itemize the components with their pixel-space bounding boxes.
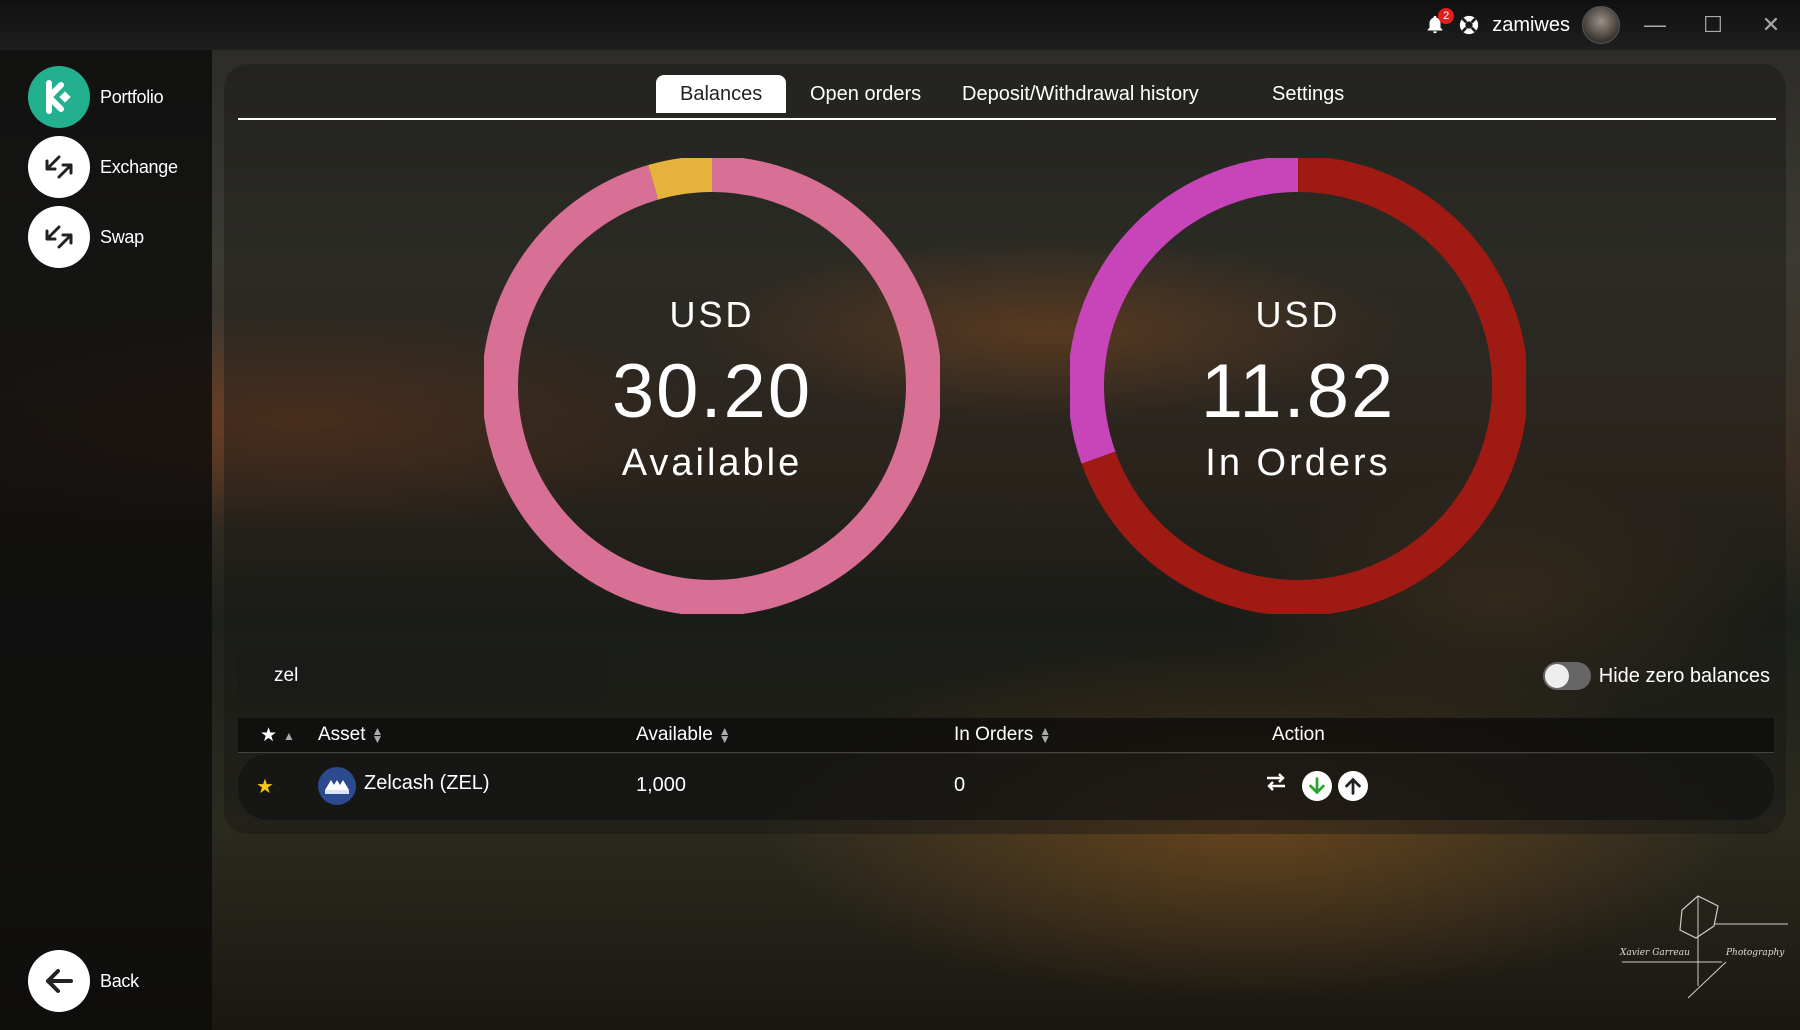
available-column-header[interactable]: Available ▲ ▼ [636, 724, 731, 746]
in-orders-donut-chart: USD 11.82 In Orders [1070, 158, 1526, 614]
support-lifebuoy-icon[interactable] [1458, 14, 1480, 36]
favorite-star-icon[interactable]: ★ [256, 774, 274, 799]
withdraw-button[interactable] [1338, 771, 1368, 801]
hide-zero-toggle[interactable] [1542, 662, 1591, 690]
search-input[interactable] [272, 664, 596, 688]
sort-icon: ▲ [283, 728, 295, 743]
tab-bar: Balances Open orders Deposit/Withdrawal … [238, 74, 1776, 120]
favorite-sort-header[interactable]: ★ ▲ [260, 724, 295, 747]
notification-badge: 2 [1438, 8, 1455, 24]
kucoin-logo-icon [28, 66, 90, 128]
photographer-watermark: Xavier Garreau Photography [1616, 890, 1790, 1000]
star-icon: ★ [260, 725, 278, 746]
table-header: ★ ▲ Asset ▲ ▼ Available ▲ ▼ In Orders ▲ ▼ A… [238, 718, 1774, 753]
asset-name: Zelcash (ZEL) [364, 772, 490, 794]
watermark-photography: Photography [1726, 948, 1785, 958]
available-label: Available [621, 442, 803, 484]
available-header-label: Available [636, 724, 713, 745]
avatar[interactable] [1582, 6, 1620, 44]
username[interactable]: zamiwes [1492, 14, 1570, 37]
watermark-author: Xavier Garreau [1620, 948, 1690, 958]
sidebar-item-label: Portfolio [100, 86, 164, 107]
sort-icon: ▲ ▼ [718, 724, 731, 746]
back-button[interactable]: Back [28, 950, 139, 1012]
watermark-logo-icon [1622, 895, 1788, 999]
maximize-button[interactable]: ☐ [1698, 10, 1728, 40]
hide-zero-label: Hide zero balances [1598, 664, 1770, 687]
user-area: 2 zamiwes [1424, 6, 1620, 44]
arrow-up-icon [1345, 777, 1361, 795]
action-header-label: Action [1272, 724, 1325, 745]
arrow-left-icon [28, 950, 90, 1012]
sort-icon: ▲ ▼ [371, 724, 384, 746]
arrow-down-icon [1309, 777, 1325, 795]
asset-header-label: Asset [318, 724, 366, 745]
action-column-header: Action [1272, 724, 1325, 746]
sidebar-item-exchange[interactable]: Exchange [28, 136, 178, 198]
back-label: Back [100, 970, 139, 991]
minimize-button[interactable]: — [1640, 10, 1670, 40]
tab-open-orders[interactable]: Open orders [786, 75, 945, 113]
close-button[interactable]: ✕ [1756, 10, 1786, 40]
hide-zero-balances: Hide zero balances [1542, 662, 1770, 690]
title-bar: 2 zamiwes — ☐ ✕ [0, 0, 1800, 50]
sidebar: Portfolio Exchange Swap Back [0, 50, 212, 1030]
in-orders-value: 11.82 [1200, 349, 1396, 434]
tab-balances[interactable]: Balances [656, 75, 787, 113]
balances-panel: Balances Open orders Deposit/Withdrawal … [224, 64, 1786, 834]
deposit-button[interactable] [1302, 771, 1332, 801]
in-orders-amount: 0 [954, 774, 966, 796]
tab-settings[interactable]: Settings [1248, 75, 1368, 113]
sidebar-item-label: Swap [100, 226, 144, 247]
toggle-knob [1544, 664, 1569, 688]
available-donut-chart: USD 30.20 Available [484, 158, 940, 614]
exchange-arrows-icon [28, 136, 90, 198]
sort-icon: ▲ ▼ [1039, 724, 1052, 746]
in-orders-label: In Orders [1205, 442, 1391, 484]
in-orders-header-label: In Orders [954, 724, 1034, 745]
sidebar-item-portfolio[interactable]: Portfolio [28, 66, 164, 128]
swap-arrows-icon [28, 206, 90, 268]
asset-column-header[interactable]: Asset ▲ ▼ [318, 724, 383, 746]
available-amount: 1,000 [636, 774, 687, 796]
in-orders-currency: USD [1255, 294, 1341, 335]
available-value: 30.20 [611, 349, 813, 434]
available-currency: USD [669, 294, 755, 335]
sidebar-item-swap[interactable]: Swap [28, 206, 144, 268]
asset-search [238, 648, 608, 704]
table-row: ★ Zelcash (ZEL) 1,000 0 [238, 754, 1774, 820]
tab-deposit-withdrawal-history[interactable]: Deposit/Withdrawal history [938, 75, 1223, 113]
zelcash-coin-icon [318, 767, 356, 805]
sidebar-item-label: Exchange [100, 156, 178, 177]
in-orders-column-header[interactable]: In Orders ▲ ▼ [954, 724, 1051, 746]
trade-arrows-icon[interactable] [1264, 770, 1288, 800]
notification-bell[interactable]: 2 [1424, 8, 1455, 36]
